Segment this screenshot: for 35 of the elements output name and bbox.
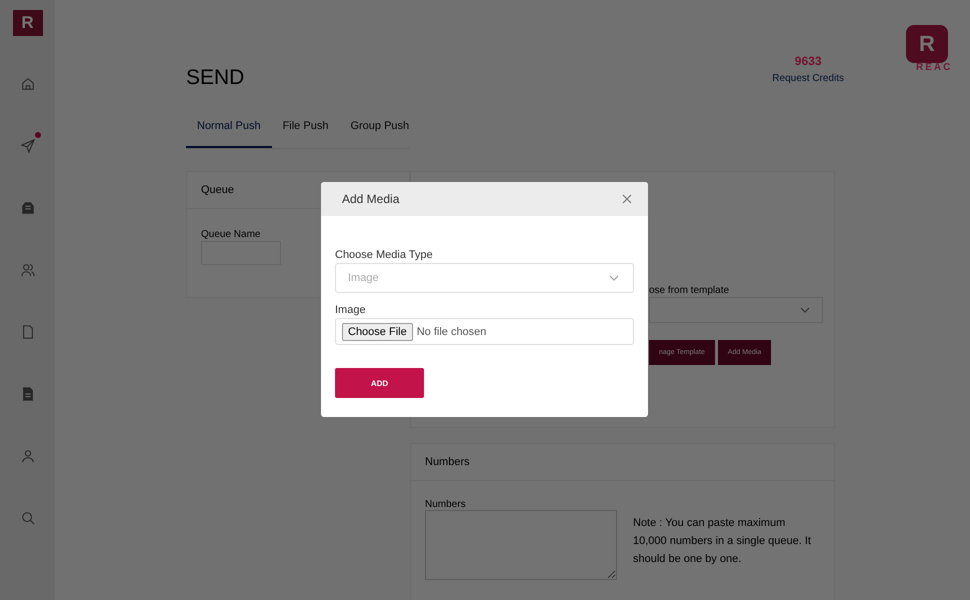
home-icon[interactable] — [20, 77, 34, 91]
document-icon[interactable] — [20, 387, 34, 401]
user-icon[interactable] — [20, 449, 34, 463]
card-title: Numbers — [411, 444, 834, 481]
search-icon[interactable] — [20, 511, 34, 525]
modal-title: Add Media — [342, 192, 400, 206]
note-text: Note : You can paste maximum 10,000 numbers in a single queue. It should be one by one. — [633, 516, 812, 567]
users-icon[interactable] — [20, 263, 34, 277]
field-label: Numbers — [425, 499, 467, 510]
close-icon[interactable] — [622, 194, 632, 204]
tab[interactable]: Group Push — [339, 114, 420, 148]
request-credits-link[interactable]: Request Credits — [772, 73, 844, 84]
field-label: Choose Media Type — [335, 249, 434, 261]
credit-count: 9633 — [794, 54, 822, 68]
brand-text: REAC — [916, 62, 952, 73]
send-icon[interactable] — [20, 139, 34, 153]
numbers-field[interactable] — [425, 510, 617, 580]
tab[interactable]: File Push — [272, 114, 340, 148]
select-placeholder: Image — [348, 272, 379, 284]
chevron-down-icon — [609, 275, 619, 281]
field-label: Queue Name — [201, 229, 262, 240]
media-type-select[interactable]: Image — [335, 263, 634, 293]
add-button[interactable]: ADD — [335, 368, 424, 398]
field-label: ose from template — [649, 285, 730, 296]
brand-logo: R — [906, 25, 948, 63]
file-status: No file chosen — [416, 326, 486, 338]
chevron-down-icon — [800, 307, 810, 313]
page-title: SEND — [186, 66, 244, 90]
tab[interactable]: Normal Push — [186, 114, 272, 148]
inbox-icon[interactable] — [20, 201, 34, 215]
field-label: Image — [335, 304, 367, 316]
file-input[interactable]: Choose File No file chosen — [335, 318, 634, 345]
brand-logo: R — [12, 10, 42, 36]
choose-file-button[interactable]: Choose File — [342, 322, 413, 340]
file-icon[interactable] — [20, 325, 34, 339]
